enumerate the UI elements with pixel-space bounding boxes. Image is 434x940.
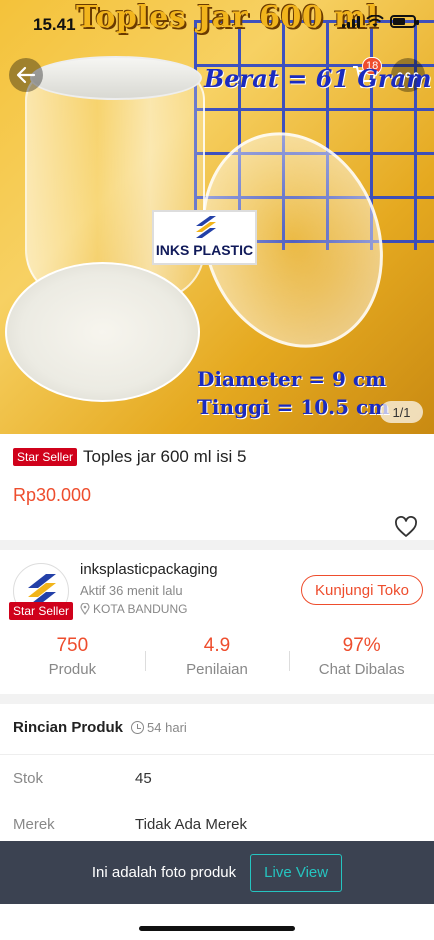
shop-location: KOTA BANDUNG — [80, 602, 187, 616]
product-image[interactable]: Toples Jar 600 ml 15.41 18 Berat = 61 Gr… — [0, 0, 434, 434]
section-divider — [0, 694, 434, 704]
details-title: Rincian Produk — [13, 719, 124, 736]
product-price: Rp30.000 — [13, 485, 92, 505]
detail-key-brand: Merek — [13, 816, 55, 833]
detail-key-stock: Stok — [13, 770, 44, 787]
shop-name[interactable]: inksplasticpackaging — [80, 561, 218, 578]
stat-products[interactable]: 750 Produk — [0, 635, 145, 685]
arrow-left-icon — [16, 66, 36, 84]
detail-value-stock: 45 — [135, 770, 152, 787]
stat-chat-reply: 97% Chat Dibalas — [289, 635, 434, 685]
height-text: Tinggi = 10.5 cm — [197, 395, 390, 419]
shop-star-seller-badge: Star Seller — [9, 602, 74, 620]
visit-shop-button[interactable]: Kunjungi Toko — [301, 575, 423, 605]
stat-value: 97% — [342, 635, 381, 656]
stat-value: 4.9 — [203, 635, 231, 656]
details-age-text: 54 hari — [147, 720, 187, 735]
stat-value: 750 — [56, 635, 89, 656]
product-page: Toples Jar 600 ml 15.41 18 Berat = 61 Gr… — [0, 0, 434, 940]
details-header: Rincian Produk 54 hari — [13, 719, 187, 736]
stat-rating[interactable]: 4.9 Penilaian — [144, 635, 290, 685]
live-view-banner: Ini adalah foto produk Live View — [0, 841, 434, 904]
stat-label: Produk — [48, 661, 97, 678]
shop-stats: 750 Produk 4.9 Penilaian 97% Chat Dibala… — [0, 635, 434, 685]
brand-mark-icon — [196, 216, 216, 238]
stat-label: Penilaian — [186, 661, 248, 678]
shop-location-text: KOTA BANDUNG — [93, 602, 188, 616]
section-divider — [0, 540, 434, 550]
product-title: Toples jar 600 ml isi 5 — [83, 447, 247, 466]
detail-value-brand: Tidak Ada Merek — [135, 816, 247, 833]
diameter-text: Diameter = 9 cm — [197, 367, 387, 391]
shop-active-status: Aktif 36 menit lalu — [80, 583, 183, 598]
brand-logo: INKS PLASTIC — [152, 210, 257, 265]
live-view-button[interactable]: Live View — [250, 853, 343, 892]
heart-icon[interactable] — [394, 516, 418, 538]
size-caption: Diameter = 9 cm Tinggi = 10.5 cm — [197, 365, 389, 421]
status-icons — [342, 15, 419, 28]
status-time: 15.41 — [33, 15, 76, 34]
stat-label: Chat Dibalas — [318, 661, 405, 678]
location-pin-icon — [80, 603, 90, 615]
row-divider — [0, 754, 434, 755]
jar-lid-illustration — [30, 56, 202, 100]
star-seller-badge: Star Seller — [13, 448, 78, 466]
banner-text: Ini adalah foto produk — [91, 864, 237, 881]
image-title: Toples Jar 600 ml — [76, 0, 379, 35]
details-age: 54 hari — [131, 720, 187, 735]
clock-icon — [131, 721, 145, 734]
home-indicator[interactable] — [139, 926, 295, 931]
image-pager: 1/1 — [380, 401, 423, 423]
brand-name: INKS PLASTIC — [155, 242, 254, 258]
back-button[interactable] — [9, 58, 43, 92]
signal-icon — [342, 15, 360, 28]
product-title-row: Star Seller Toples jar 600 ml isi 5 — [13, 447, 247, 467]
battery-icon — [390, 15, 419, 28]
wifi-icon — [366, 15, 384, 27]
lid-illustration — [5, 262, 200, 402]
weight-caption: Berat = 61 Gram — [204, 64, 432, 93]
